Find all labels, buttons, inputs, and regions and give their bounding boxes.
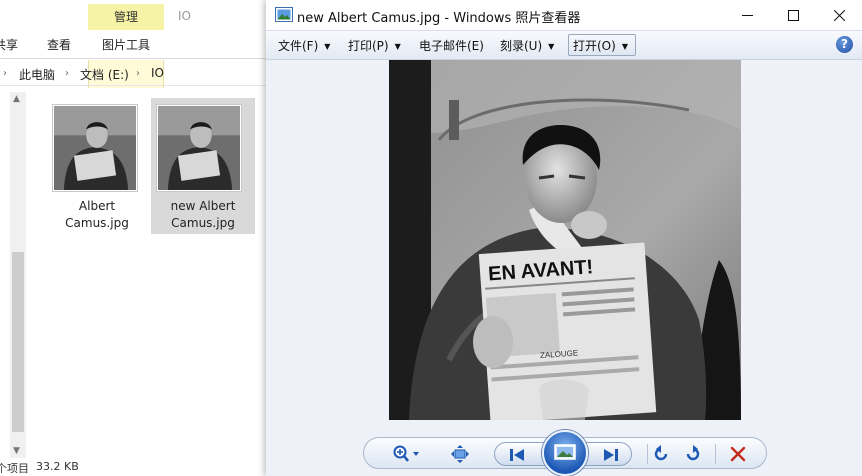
close-icon <box>833 9 845 21</box>
file-name: Albert Camus.jpg <box>50 198 144 232</box>
file-name-line: Camus.jpg <box>171 216 235 230</box>
ribbon-divider <box>0 58 270 59</box>
slideshow-icon <box>554 444 576 460</box>
breadcrumb-folder-io[interactable]: IO <box>151 66 164 80</box>
zoom-icon <box>393 445 419 462</box>
next-button[interactable] <box>599 444 623 466</box>
title-bar[interactable]: new Albert Camus.jpg - Windows 照片查看器 <box>266 0 862 30</box>
actual-size-button[interactable] <box>448 443 472 465</box>
tab-view[interactable]: 查看 <box>47 36 71 53</box>
menu-burn-label: 刻录(U) <box>500 39 543 53</box>
file-name-line: Camus.jpg <box>65 216 129 230</box>
ribbon-window-title-folder: IO <box>178 9 191 23</box>
minimize-icon <box>741 14 753 16</box>
delete-icon <box>730 446 746 462</box>
window-title: new Albert Camus.jpg - Windows 照片查看器 <box>297 11 581 26</box>
menu-bar: 文件(F) ▼ 打印(P) ▼ 电子邮件(E) 刻录(U) ▼ 打开(O) ▼ ? <box>266 30 862 60</box>
toolbar-separator <box>715 444 716 464</box>
chevron-down-icon: ▼ <box>394 42 401 51</box>
chevron-down-icon: ▼ <box>548 42 555 51</box>
help-icon[interactable]: ? <box>836 36 853 53</box>
file-item-new-albert-camus[interactable]: new Albert Camus.jpg <box>151 98 255 234</box>
menu-file-label: 文件(F) <box>278 39 319 53</box>
slideshow-button[interactable] <box>542 430 588 476</box>
menu-open-label: 打开(O) <box>573 39 616 53</box>
close-button[interactable] <box>816 0 862 30</box>
breadcrumb-this-pc[interactable]: 此电脑 <box>19 66 55 83</box>
tab-share[interactable]: 共享 <box>0 36 18 53</box>
chevron-down-icon: ▼ <box>324 42 331 51</box>
nav-pane-scrollbar[interactable]: ▲ ▼ <box>10 92 26 458</box>
scrollbar-thumb[interactable] <box>12 252 24 432</box>
bottom-toolbar-area <box>266 420 862 476</box>
breadcrumb-separator-icon: › <box>65 68 69 79</box>
status-bar: 个项目 33.2 KB <box>0 458 270 476</box>
menu-open[interactable]: 打开(O) ▼ <box>573 37 628 54</box>
photo-toolbar <box>363 430 767 476</box>
photo-albert-camus-reading: EN AVANT! ZALOUGE <box>389 60 741 420</box>
thumbnail-photo-icon <box>54 106 136 190</box>
toolbar-separator <box>647 444 648 464</box>
menu-burn[interactable]: 刻录(U) ▼ <box>500 37 554 54</box>
tab-picture-tools[interactable]: 图片工具 <box>102 36 150 53</box>
file-thumbnail <box>52 104 138 192</box>
chevron-down-icon: ▼ <box>621 42 628 51</box>
menu-print[interactable]: 打印(P) ▼ <box>348 37 401 54</box>
scroll-up-icon[interactable]: ▲ <box>13 94 20 104</box>
file-name-line: new Albert <box>170 199 236 213</box>
image-canvas: EN AVANT! ZALOUGE <box>266 60 862 420</box>
scroll-down-icon[interactable]: ▼ <box>13 446 20 456</box>
file-item-albert-camus[interactable]: Albert Camus.jpg <box>50 98 154 234</box>
breadcrumb-separator-icon: › <box>136 68 140 79</box>
rotate-right-button[interactable] <box>681 443 705 465</box>
file-name: new Albert Camus.jpg <box>156 198 250 232</box>
delete-button[interactable] <box>726 443 750 465</box>
maximize-button[interactable] <box>770 0 816 30</box>
photo-viewer-window: new Albert Camus.jpg - Windows 照片查看器 文件(… <box>266 0 862 476</box>
thumbnail-photo-icon <box>158 106 240 190</box>
menu-email[interactable]: 电子邮件(E) <box>419 37 484 54</box>
file-thumbnail <box>156 104 242 192</box>
menu-print-label: 打印(P) <box>348 39 389 53</box>
photo-viewer-app-icon <box>275 7 293 22</box>
displayed-photo[interactable]: EN AVANT! ZALOUGE <box>389 60 741 420</box>
minimize-button[interactable] <box>724 0 770 30</box>
rotate-left-icon <box>654 445 668 461</box>
status-item-count: 个项目 <box>0 462 29 475</box>
zoom-button[interactable] <box>390 443 424 465</box>
rotate-left-button[interactable] <box>649 443 673 465</box>
breadcrumb[interactable]: › 此电脑 › 文档 (E:) › IO <box>0 62 270 86</box>
status-selection-size: 33.2 KB <box>36 460 79 473</box>
previous-button[interactable] <box>505 444 529 466</box>
maximize-icon <box>787 9 799 21</box>
file-name-line: Albert <box>78 199 116 213</box>
menu-file[interactable]: 文件(F) ▼ <box>278 37 330 54</box>
previous-icon <box>510 449 524 461</box>
rotate-right-icon <box>686 445 700 461</box>
ribbon-tab-bar: 共享 查看 图片工具 <box>0 30 270 88</box>
ribbon-context-group-manage[interactable]: 管理 <box>88 4 164 30</box>
breadcrumb-separator-icon: › <box>3 68 7 79</box>
breadcrumb-drive-e[interactable]: 文档 (E:) <box>80 66 129 83</box>
next-icon <box>604 449 618 461</box>
actual-size-icon <box>451 445 469 463</box>
file-explorer-window: 管理 IO 共享 查看 图片工具 › 此电脑 › 文档 (E:) › IO ▲ … <box>0 0 270 476</box>
